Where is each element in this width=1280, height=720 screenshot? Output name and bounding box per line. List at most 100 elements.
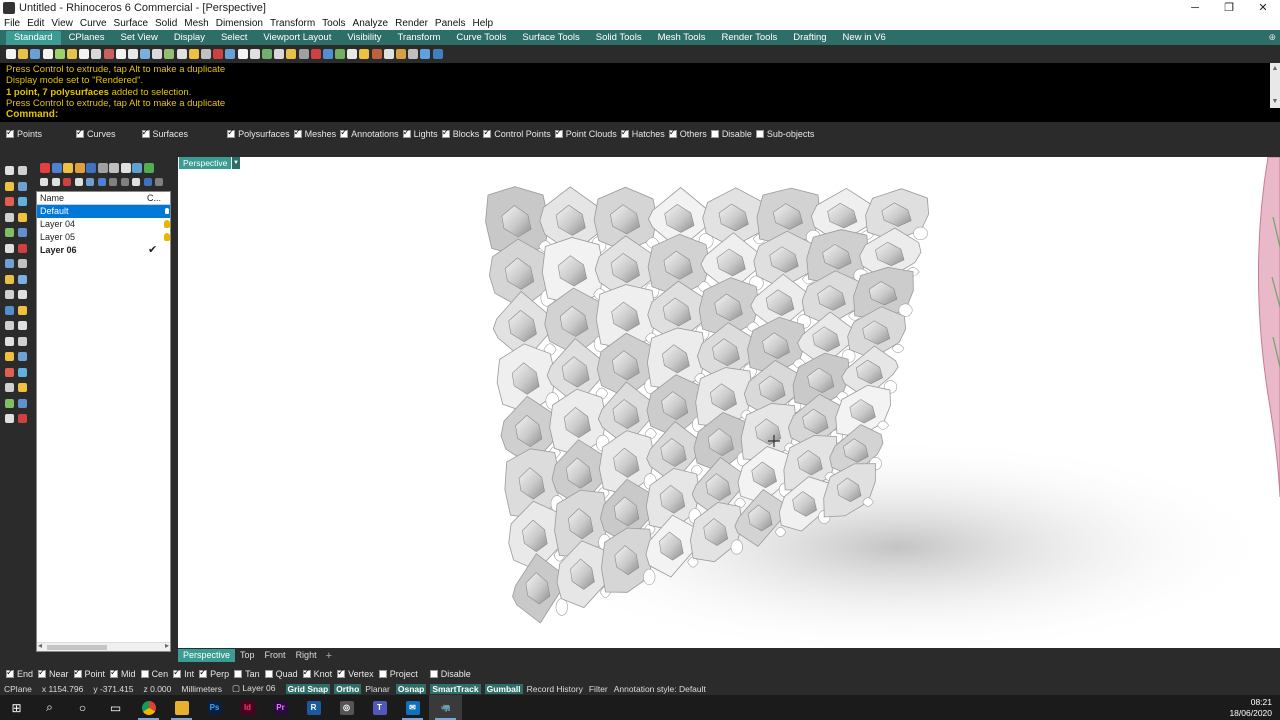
osnap-point[interactable]: Point: [73, 667, 105, 679]
status-layer[interactable]: ▢ Layer 06: [232, 683, 276, 694]
osnap-quad[interactable]: Quad: [264, 669, 298, 679]
sidebar-tool-icon[interactable]: [5, 414, 14, 423]
layer-tool-icon[interactable]: [74, 163, 85, 173]
close-button[interactable]: ✕: [1246, 0, 1280, 16]
scroll-right-icon[interactable]: ▸: [165, 641, 169, 650]
toolbar-tool-icon[interactable]: [6, 49, 16, 59]
sidebar-tool-icon[interactable]: [18, 367, 27, 377]
toolbar-tool-icon[interactable]: [188, 49, 199, 59]
toolbar-tool-icon[interactable]: [359, 49, 370, 59]
toolbar-tool-icon[interactable]: [201, 49, 211, 59]
toolbar-tool-icon[interactable]: [310, 49, 321, 59]
sidebar-tool-icon[interactable]: [18, 274, 27, 284]
toolbar-tool-icon[interactable]: [66, 49, 77, 59]
filter-surfaces[interactable]: Surfaces: [141, 127, 188, 139]
scroll-down-icon[interactable]: ▼: [1270, 96, 1280, 108]
filter-hatches[interactable]: Hatches: [620, 127, 665, 139]
menu-transform[interactable]: Transform: [270, 18, 315, 29]
menu-tools[interactable]: Tools: [322, 18, 345, 29]
layer-hscrollbar[interactable]: ◂ ▸: [37, 641, 170, 651]
toolbar-tool-icon[interactable]: [347, 49, 358, 59]
column-name[interactable]: Name: [40, 193, 64, 203]
toolbar-tool-icon[interactable]: [298, 49, 309, 59]
toolbar-tool-icon[interactable]: [140, 49, 151, 59]
osnap-disable[interactable]: Disable: [429, 669, 471, 679]
toolbar-tool-icon[interactable]: [42, 49, 53, 59]
layer-tool-icon[interactable]: [74, 178, 83, 186]
tab-set-view[interactable]: Set View: [112, 31, 165, 45]
layer-tool-icon[interactable]: [120, 178, 129, 186]
toolbar-tool-icon[interactable]: [127, 49, 138, 59]
menu-solid[interactable]: Solid: [155, 18, 177, 29]
status-cplane[interactable]: CPlane: [4, 684, 32, 694]
toolbar-tool-icon[interactable]: [371, 49, 382, 59]
rendered-scene[interactable]: [178, 157, 1280, 648]
tab-viewport-layout[interactable]: Viewport Layout: [255, 31, 339, 45]
checkbox-icon[interactable]: [378, 670, 387, 678]
lightbulb-icon[interactable]: [164, 220, 170, 228]
checkbox-icon[interactable]: [293, 127, 302, 138]
layer-tool-icon[interactable]: [109, 163, 119, 173]
toolbar-tool-icon[interactable]: [383, 49, 394, 59]
checkbox-icon[interactable]: [173, 667, 182, 678]
layer-tool-icon[interactable]: [51, 178, 60, 186]
menu-surface[interactable]: Surface: [114, 18, 148, 29]
sidebar-tool-icon[interactable]: [18, 290, 27, 299]
ortho-toggle[interactable]: Ortho: [334, 683, 362, 694]
filter-disable[interactable]: Disable: [710, 129, 752, 139]
viewport-menu-icon[interactable]: ▼: [232, 157, 240, 169]
layer-row[interactable]: Layer 06 ✔: [37, 244, 170, 257]
checkbox-icon[interactable]: [234, 670, 243, 678]
taskbar-premiere-icon[interactable]: Pr: [264, 695, 297, 720]
lightbulb-icon[interactable]: [164, 233, 170, 241]
tab-solid-tools[interactable]: Solid Tools: [588, 31, 650, 45]
osnap-knot[interactable]: Knot: [302, 667, 332, 679]
checkbox-icon[interactable]: [755, 130, 764, 138]
viewport-tab-front[interactable]: Front: [260, 649, 291, 662]
filter-toggle[interactable]: Filter: [589, 684, 608, 694]
toolbar-tool-icon[interactable]: [286, 49, 297, 59]
osnap-tan[interactable]: Tan: [234, 669, 260, 679]
layer-tool-icon[interactable]: [63, 178, 71, 186]
filter-curves[interactable]: Curves: [76, 127, 116, 139]
sidebar-tool-icon[interactable]: [5, 383, 14, 392]
scroll-up-icon[interactable]: ▲: [1270, 63, 1280, 75]
layer-tool-icon[interactable]: [63, 163, 73, 173]
sidebar-tool-icon[interactable]: [5, 321, 14, 330]
osnap-near[interactable]: Near: [38, 667, 69, 679]
toolbar-tool-icon[interactable]: [152, 49, 163, 59]
toolbar-tool-icon[interactable]: [18, 49, 29, 59]
toolbar-tool-icon[interactable]: [237, 49, 248, 59]
taskbar-indesign-icon[interactable]: Id: [231, 695, 264, 720]
layer-tool-icon[interactable]: [97, 178, 106, 186]
menu-mesh[interactable]: Mesh: [184, 18, 208, 29]
layer-row[interactable]: Default: [37, 205, 170, 218]
filter-meshes[interactable]: Meshes: [293, 127, 336, 139]
toolbar-tool-icon[interactable]: [164, 49, 175, 59]
restore-button[interactable]: ❐: [1212, 0, 1246, 16]
sidebar-tool-icon[interactable]: [5, 181, 14, 191]
filter-point-clouds[interactable]: Point Clouds: [554, 127, 617, 139]
taskbar-task-view-icon[interactable]: ▭: [99, 695, 132, 720]
checkbox-icon[interactable]: [402, 127, 411, 138]
filter-control-points[interactable]: Control Points: [483, 127, 551, 139]
toolbar-tool-icon[interactable]: [213, 49, 224, 59]
annotation-style[interactable]: Annotation style: Default: [614, 684, 706, 694]
sidebar-tool-icon[interactable]: [5, 274, 14, 284]
taskbar-mail-icon[interactable]: ✉: [396, 695, 429, 720]
taskbar-photoshop-icon[interactable]: Ps: [198, 695, 231, 720]
taskbar-app-circle-icon[interactable]: ◎: [330, 695, 363, 720]
checkbox-icon[interactable]: [264, 670, 273, 678]
osnap-vertex[interactable]: Vertex: [337, 667, 374, 679]
toolbar-tool-icon[interactable]: [91, 49, 102, 59]
menu-help[interactable]: Help: [473, 18, 494, 29]
osnap-cen[interactable]: Cen: [140, 669, 168, 679]
osnap-mid[interactable]: Mid: [110, 667, 136, 679]
viewport-tab-right[interactable]: Right: [291, 649, 322, 662]
checkbox-icon[interactable]: [76, 127, 85, 138]
planar-toggle[interactable]: Planar: [365, 684, 390, 694]
toolbar-tool-icon[interactable]: [274, 49, 285, 59]
checkbox-icon[interactable]: [141, 127, 150, 138]
checkbox-icon[interactable]: [668, 127, 677, 138]
menu-curve[interactable]: Curve: [80, 18, 107, 29]
